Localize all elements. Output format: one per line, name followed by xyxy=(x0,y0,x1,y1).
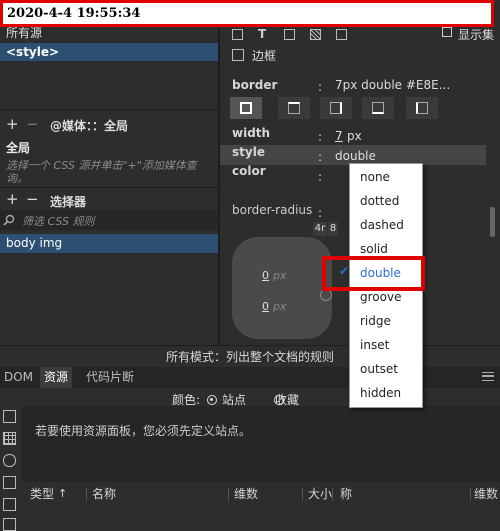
border-right-button[interactable] xyxy=(320,97,352,119)
all-sides-icon xyxy=(240,102,252,114)
bottom-side-icon xyxy=(372,102,384,114)
radius-chip-2[interactable]: 8 xyxy=(328,222,338,236)
option-none[interactable]: none xyxy=(350,165,422,189)
width-value[interactable]: 7 xyxy=(335,129,343,143)
tab-assets[interactable]: 资源 xyxy=(40,367,73,388)
panel-menu-icon[interactable] xyxy=(482,372,494,381)
border-radius-label: border-radius xyxy=(232,203,313,217)
right-side-icon xyxy=(330,102,342,114)
style-label: style xyxy=(232,145,265,159)
properties-scrollbar[interactable] xyxy=(490,207,495,237)
border-left-button[interactable] xyxy=(406,97,438,119)
timestamp-label: 2020-4-4 19:55:34 xyxy=(0,0,494,27)
assets-panel: 颜色: 站点 收藏 若要使用资源面板，您必须先定义站点。 类型 ↑ 名称 维数 … xyxy=(0,388,500,528)
add-media-button[interactable]: + xyxy=(6,115,19,133)
bottom-panel-tabs: DOM 资源 代码片断 xyxy=(0,367,500,389)
col-dimensions-2[interactable]: 维数 xyxy=(474,484,498,504)
top-side-icon xyxy=(288,102,300,114)
asset-type-toolbar xyxy=(0,404,20,531)
show-set-checkbox[interactable] xyxy=(442,27,452,37)
option-hidden[interactable]: hidden xyxy=(350,381,422,405)
templates-icon[interactable] xyxy=(3,518,16,531)
border-side-buttons xyxy=(230,97,450,119)
media-hint: 选择一个 CSS 源并单击"+"添加媒体查询。 xyxy=(6,159,197,185)
option-dashed[interactable]: dashed xyxy=(350,213,422,237)
radius-bottom-left-value[interactable]: 0 xyxy=(262,300,269,313)
radius-chip-1[interactable]: 4r xyxy=(313,222,327,236)
more-category-icon[interactable] xyxy=(336,29,347,40)
option-outset[interactable]: outset xyxy=(350,357,422,381)
color-label: color xyxy=(232,164,266,178)
colors-icon[interactable] xyxy=(3,432,16,445)
col-size[interactable]: 大小 xyxy=(308,484,332,504)
radius-top-left-unit: px xyxy=(273,269,287,282)
status-bar: 所有模式：列出整个文档的规则 xyxy=(0,345,500,368)
assets-table-header: 类型 ↑ 名称 维数 大小 称 维数 xyxy=(22,484,500,504)
media-global[interactable]: 全局 xyxy=(6,139,30,156)
width-colon: : xyxy=(318,130,323,144)
col-name-2[interactable]: 称 xyxy=(340,484,352,504)
search-icon xyxy=(3,214,15,226)
border-top-button[interactable] xyxy=(278,97,310,119)
assets-message: 若要使用资源面板，您必须先定义站点。 xyxy=(35,424,252,438)
show-set-label: 显示集 xyxy=(458,28,495,42)
col-type[interactable]: 类型 xyxy=(30,484,54,504)
css-designer-left-panel: 所有源 <style> + − @媒体：：全局 全局 选择一个 CSS 源并单击… xyxy=(0,27,218,345)
border-all-button[interactable] xyxy=(230,97,262,119)
border-value[interactable]: 7px double #E8E... xyxy=(335,78,450,92)
selector-filter[interactable]: 筛选 CSS 规则 xyxy=(0,210,218,230)
images-icon[interactable] xyxy=(3,410,16,423)
col-dimensions[interactable]: 维数 xyxy=(234,484,258,504)
selection-highlight xyxy=(322,256,425,291)
border-category-icon[interactable] xyxy=(284,29,295,40)
left-side-icon xyxy=(416,102,428,114)
col-name[interactable]: 名称 xyxy=(92,484,116,504)
width-unit[interactable]: px xyxy=(347,129,362,143)
radius-top-left-value[interactable]: 0 xyxy=(262,269,269,282)
color-colon: : xyxy=(318,170,323,184)
selectors-header: 选择器 xyxy=(50,195,87,209)
option-dotted[interactable]: dotted xyxy=(350,189,422,213)
border-section-title: 边框 xyxy=(252,49,277,63)
sources-header: 所有源 xyxy=(6,26,43,40)
site-radio[interactable] xyxy=(207,395,217,405)
border-radius-preview xyxy=(232,237,332,339)
urls-icon[interactable] xyxy=(3,454,16,467)
border-bottom-button[interactable] xyxy=(362,97,394,119)
border-colon: : xyxy=(318,80,323,94)
tab-snippets[interactable]: 代码片断 xyxy=(82,367,138,388)
tab-dom[interactable]: DOM xyxy=(0,367,37,388)
option-inset[interactable]: inset xyxy=(350,333,422,357)
panel-divider[interactable] xyxy=(218,27,220,345)
selector-item-body-img[interactable]: body img xyxy=(0,234,218,253)
assets-preview-area xyxy=(22,406,500,482)
remove-selector-button[interactable]: − xyxy=(26,190,39,208)
style-value[interactable]: double xyxy=(335,149,376,163)
selector-filter-placeholder: 筛选 CSS 规则 xyxy=(22,215,95,228)
background-category-icon[interactable] xyxy=(310,29,321,40)
sort-arrow-icon[interactable]: ↑ xyxy=(58,484,67,504)
border-section-icon xyxy=(232,49,244,61)
add-selector-button[interactable]: + xyxy=(6,190,19,208)
style-colon: : xyxy=(318,150,323,164)
width-label: width xyxy=(232,126,271,140)
source-item-style[interactable]: <style> xyxy=(0,43,218,61)
layout-category-icon[interactable] xyxy=(232,29,243,40)
media-header: @媒体：：全局 xyxy=(50,119,129,133)
border-label: border xyxy=(232,78,278,92)
radius-bottom-left-unit: px xyxy=(273,300,287,313)
border-radius-colon: : xyxy=(318,206,323,220)
remove-media-button[interactable]: − xyxy=(26,115,39,133)
media-icon[interactable] xyxy=(3,476,16,489)
text-category-icon[interactable]: T xyxy=(258,27,266,41)
scripts-icon[interactable] xyxy=(3,498,16,511)
option-ridge[interactable]: ridge xyxy=(350,309,422,333)
